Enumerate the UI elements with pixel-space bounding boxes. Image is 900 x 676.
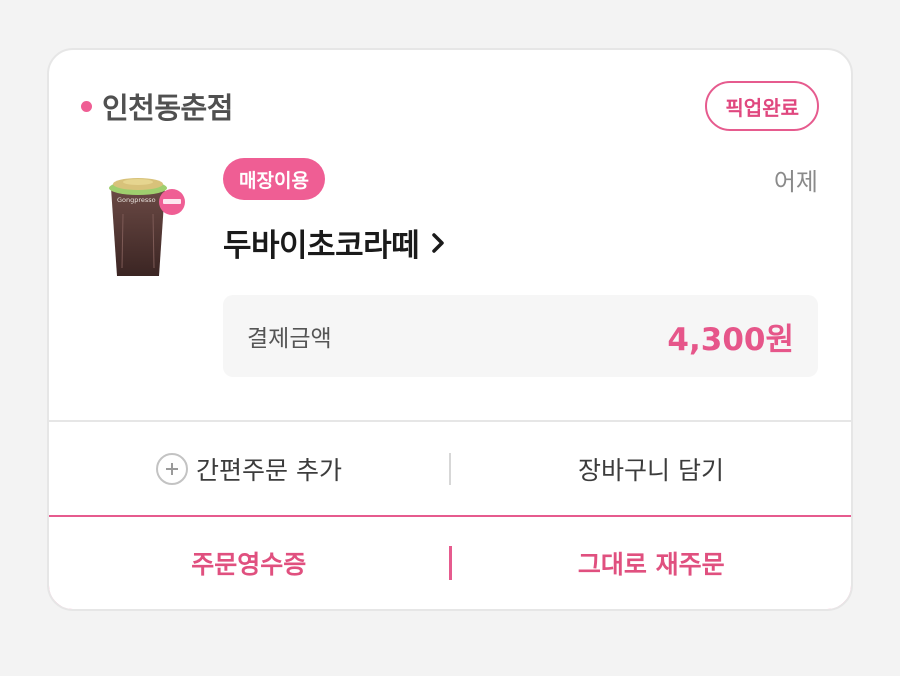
primary-actions: 주문영수증 그대로 재주문 bbox=[49, 515, 852, 609]
product-link[interactable]: 두바이초코라떼 bbox=[223, 220, 818, 265]
product-image: Gongpresso bbox=[101, 168, 187, 280]
quick-order-label: 간편주문 추가 bbox=[196, 456, 342, 485]
chevron-right-icon bbox=[431, 232, 445, 254]
status-badge: 픽업완료 bbox=[705, 81, 819, 131]
payment-amount: 4,300원 bbox=[667, 321, 794, 358]
order-date: 어제 bbox=[773, 167, 818, 196]
order-card: 인천동춘점 픽업완료 Gongpresso 매장이용 어제 두바이초코라떼 결제… bbox=[47, 48, 853, 611]
service-type-badge: 매장이용 bbox=[223, 158, 325, 200]
store-name: 인천동춘점 bbox=[102, 91, 233, 125]
secondary-actions: 간편주문 추가 장바구니 담기 bbox=[49, 422, 851, 516]
reorder-button[interactable]: 그대로 재주문 bbox=[452, 517, 852, 609]
add-to-cart-button[interactable]: 장바구니 담기 bbox=[451, 422, 851, 516]
store-title: 인천동춘점 bbox=[81, 85, 233, 127]
payment-box: 결제금액 4,300원 bbox=[223, 295, 818, 377]
cup-brand-text: Gongpresso bbox=[117, 196, 156, 204]
quick-order-add-button[interactable]: 간편주문 추가 bbox=[49, 422, 449, 516]
plus-circle-icon bbox=[156, 453, 189, 485]
coffee-cup-icon: Gongpresso bbox=[109, 178, 185, 276]
order-info: 매장이용 어제 두바이초코라떼 결제금액 4,300원 bbox=[223, 158, 818, 377]
payment-label: 결제금액 bbox=[247, 326, 332, 352]
store-header: 인천동춘점 픽업완료 bbox=[81, 80, 819, 132]
receipt-button[interactable]: 주문영수증 bbox=[49, 517, 449, 609]
product-name: 두바이초코라떼 bbox=[223, 228, 420, 264]
page: 인천동춘점 픽업완료 Gongpresso 매장이용 어제 두바이초코라떼 결제… bbox=[0, 0, 900, 676]
store-dot-icon bbox=[81, 100, 92, 112]
info-top-row: 매장이용 어제 bbox=[223, 158, 818, 200]
